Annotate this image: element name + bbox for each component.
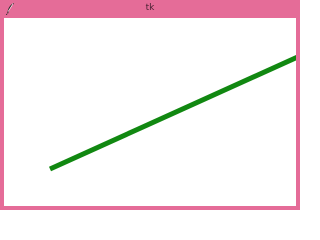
canvas-drawing xyxy=(48,54,296,172)
drawing-canvas[interactable] xyxy=(4,18,296,206)
title-bar[interactable]: tk xyxy=(0,0,300,18)
window-title: tk xyxy=(145,3,155,13)
app-window: tk xyxy=(0,0,300,210)
green-line xyxy=(48,54,296,172)
